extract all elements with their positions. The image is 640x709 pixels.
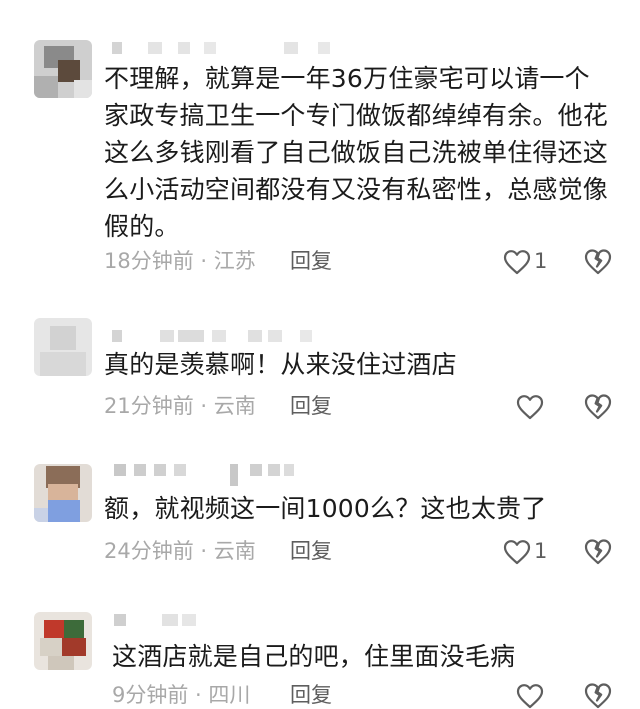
broken-heart-icon — [584, 394, 612, 420]
like-button[interactable] — [516, 683, 544, 709]
comment-location: 云南 — [213, 539, 256, 563]
comment-location: 四川 — [208, 683, 251, 707]
broken-heart-icon — [584, 683, 612, 709]
comment-location: 云南 — [213, 394, 256, 418]
heart-outline-icon — [516, 395, 544, 420]
like-count: 1 — [534, 249, 548, 273]
comment-time: 9分钟前 — [112, 683, 189, 707]
heart-outline-icon — [503, 250, 531, 275]
comment-text: 这酒店就是自己的吧，住里面没毛病 — [112, 642, 516, 671]
comment-meta: 9分钟前 · 四川 — [112, 683, 251, 707]
broken-heart-icon — [584, 249, 612, 275]
broken-heart-icon — [584, 539, 612, 565]
comment-location: 江苏 — [213, 249, 256, 273]
comment-meta: 24分钟前 · 云南 — [104, 539, 256, 563]
comment-text: 额，就视频这一间1000么？这也太贵了 — [104, 494, 547, 523]
comment-meta: 18分钟前 · 江苏 — [104, 249, 256, 273]
like-button[interactable] — [516, 394, 544, 420]
like-button[interactable] — [503, 539, 531, 565]
comment-meta: 21分钟前 · 云南 — [104, 394, 256, 418]
reply-button[interactable]: 回复 — [290, 393, 332, 419]
dislike-button[interactable] — [584, 248, 612, 275]
reply-button[interactable]: 回复 — [290, 682, 332, 708]
comment-item: 不理解，就算是一年36万住豪宅可以请一个家政专搞卫生一个专门做饭都绰绰有余。他花… — [0, 0, 640, 300]
comment-item: 这酒店就是自己的吧，住里面没毛病 9分钟前 · 四川 回复 — [0, 600, 640, 709]
avatar[interactable] — [34, 40, 92, 98]
comment-text: 真的是羡慕啊！从来没住过酒店 — [104, 350, 457, 379]
dislike-button[interactable] — [584, 393, 612, 420]
comment-text: 不理解，就算是一年36万住豪宅可以请一个家政专搞卫生一个专门做饭都绰绰有余。他花… — [104, 64, 609, 241]
dislike-button[interactable] — [584, 682, 612, 709]
avatar[interactable] — [34, 464, 92, 522]
dislike-button[interactable] — [584, 538, 612, 565]
comment-item: 额，就视频这一间1000么？这也太贵了 24分钟前 · 云南 回复 1 — [0, 450, 640, 600]
avatar[interactable] — [34, 318, 92, 376]
comment-time: 18分钟前 — [104, 249, 194, 273]
reply-button[interactable]: 回复 — [290, 248, 332, 274]
heart-outline-icon — [503, 540, 531, 565]
like-count: 1 — [534, 539, 548, 563]
heart-outline-icon — [516, 684, 544, 709]
comment-item: 真的是羡慕啊！从来没住过酒店 21分钟前 · 云南 回复 — [0, 300, 640, 450]
reply-button[interactable]: 回复 — [290, 538, 332, 564]
like-button[interactable] — [503, 249, 531, 275]
comment-time: 21分钟前 — [104, 394, 194, 418]
avatar[interactable] — [34, 612, 92, 670]
comment-time: 24分钟前 — [104, 539, 194, 563]
